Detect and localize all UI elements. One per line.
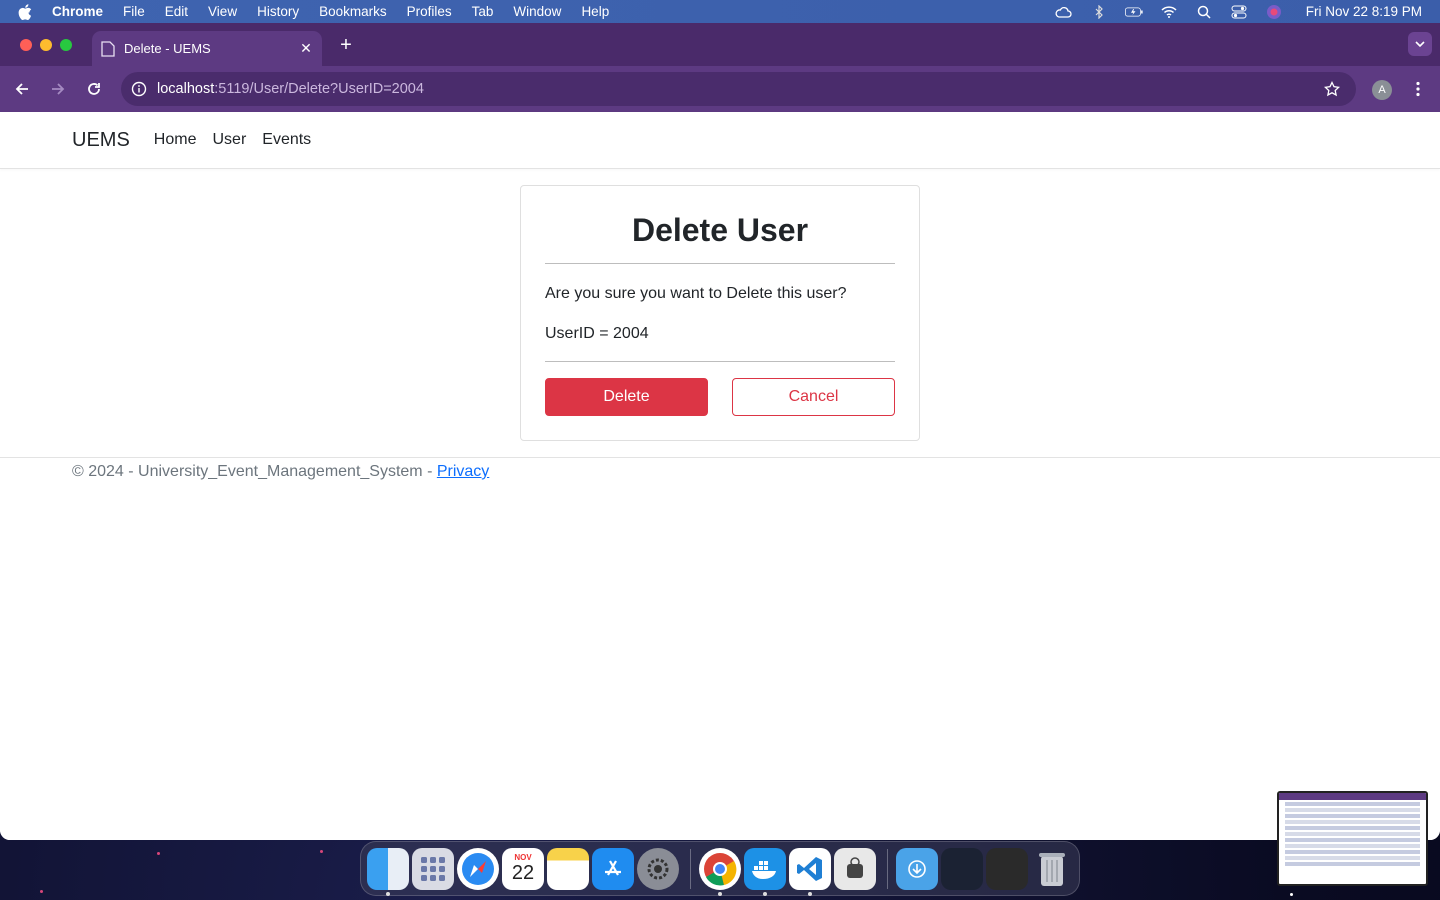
chrome-window: Delete - UEMS ✕ + localhost:5119/User/De… [0, 23, 1440, 840]
finder-icon[interactable] [367, 847, 409, 896]
chrome-icon[interactable] [699, 847, 741, 896]
brand-link[interactable]: UEMS [72, 129, 130, 152]
dock-separator-2 [887, 848, 888, 889]
footer-copyright: © 2024 - University_Event_Management_Sys… [72, 463, 437, 480]
menu-file[interactable]: File [123, 4, 145, 19]
nav-link-user[interactable]: User [212, 131, 246, 149]
new-tab-button[interactable]: + [336, 34, 356, 57]
profile-avatar[interactable]: A [1372, 80, 1392, 100]
menu-window[interactable]: Window [513, 4, 561, 19]
user-id-text: UserID = 2004 [545, 325, 649, 342]
forward-arrow-icon[interactable] [48, 79, 68, 99]
back-arrow-icon[interactable] [12, 79, 32, 99]
screenshot-thumbnail[interactable] [1277, 791, 1428, 886]
menu-app-name[interactable]: Chrome [52, 4, 103, 19]
nav-link-home[interactable]: Home [154, 131, 197, 149]
wifi-icon[interactable] [1160, 5, 1178, 19]
calendar-day: 22 [511, 861, 535, 884]
url-host: localhost [157, 81, 215, 97]
url-path: :5119/User/Delete?UserID=2004 [214, 81, 424, 97]
window-controls [20, 38, 72, 51]
tab-search-button[interactable] [1408, 32, 1432, 56]
delete-button[interactable]: Delete [545, 378, 708, 416]
dock-separator [690, 848, 691, 889]
pgadmin-elephant-icon[interactable] [834, 847, 876, 890]
title-divider [545, 263, 895, 264]
site-navbar: UEMS Home User Events [0, 112, 1440, 169]
zoom-window-button[interactable] [60, 38, 72, 51]
page-favicon-icon [100, 40, 116, 57]
siri-icon[interactable] [1265, 4, 1283, 19]
system-settings-icon[interactable] [637, 847, 679, 890]
code-window-icon[interactable] [986, 847, 1028, 890]
bookmark-star-icon[interactable] [1323, 80, 1341, 97]
menu-help[interactable]: Help [581, 4, 609, 19]
launchpad-icon[interactable] [412, 847, 454, 890]
notes-icon[interactable] [547, 847, 589, 890]
downloads-folder-icon[interactable] [896, 847, 938, 890]
calendar-month: NOV [514, 852, 532, 862]
page-title: Delete User [631, 212, 809, 248]
menu-profiles[interactable]: Profiles [407, 4, 452, 19]
control-center-icon[interactable] [1230, 5, 1248, 19]
menu-tab[interactable]: Tab [472, 4, 494, 19]
docker-icon[interactable] [744, 847, 786, 896]
actions-divider [545, 361, 895, 362]
calendar-icon[interactable]: NOV 22 [502, 847, 544, 890]
address-bar[interactable]: localhost:5119/User/Delete?UserID=2004 [121, 72, 1356, 106]
safari-icon[interactable] [457, 847, 499, 890]
menu-bar: Chrome File Edit View History Bookmarks … [0, 0, 1440, 23]
app-store-icon[interactable] [592, 847, 634, 890]
spotlight-search-icon[interactable] [1195, 5, 1213, 19]
bluetooth-icon[interactable] [1090, 4, 1108, 19]
dock: NOV 22 [360, 841, 1080, 896]
trash-icon[interactable] [1031, 848, 1073, 890]
footer-text-container: © 2024 - University_Event_Management_Sys… [72, 462, 1440, 482]
site-footer: © 2024 - University_Event_Management_Sys… [0, 457, 1440, 497]
nav-link-events[interactable]: Events [262, 131, 311, 149]
menubar-clock[interactable]: Fri Nov 22 8:19 PM [1306, 4, 1422, 19]
tab-title: Delete - UEMS [124, 41, 211, 56]
menu-edit[interactable]: Edit [165, 4, 188, 19]
web-page: UEMS Home User Events Delete User Are yo… [0, 112, 1440, 840]
action-buttons: Delete Cancel [545, 378, 895, 416]
battery-icon[interactable] [1124, 5, 1143, 19]
chrome-menu-icon[interactable] [1410, 79, 1426, 99]
reload-icon[interactable] [84, 79, 104, 99]
terminal-window-icon[interactable] [941, 847, 983, 890]
privacy-link[interactable]: Privacy [437, 463, 489, 480]
apple-icon[interactable] [18, 3, 36, 20]
browser-toolbar: localhost:5119/User/Delete?UserID=2004 A [0, 66, 1440, 112]
vscode-icon[interactable] [789, 847, 831, 896]
menu-history[interactable]: History [257, 4, 299, 19]
site-info-icon[interactable] [131, 81, 147, 97]
menu-view[interactable]: View [208, 4, 237, 19]
tab-close-icon[interactable]: ✕ [298, 40, 314, 57]
confirm-question: Are you sure you want to Delete this use… [545, 285, 847, 302]
delete-user-card: Delete User Are you sure you want to Del… [520, 185, 920, 441]
minimize-window-button[interactable] [40, 38, 52, 51]
tab-active[interactable]: Delete - UEMS ✕ [92, 31, 322, 66]
menu-bookmarks[interactable]: Bookmarks [319, 4, 387, 19]
cloud-sync-icon[interactable] [1055, 5, 1073, 19]
cancel-button[interactable]: Cancel [732, 378, 895, 416]
tab-strip: Delete - UEMS ✕ + [0, 23, 1440, 66]
close-window-button[interactable] [20, 38, 32, 51]
